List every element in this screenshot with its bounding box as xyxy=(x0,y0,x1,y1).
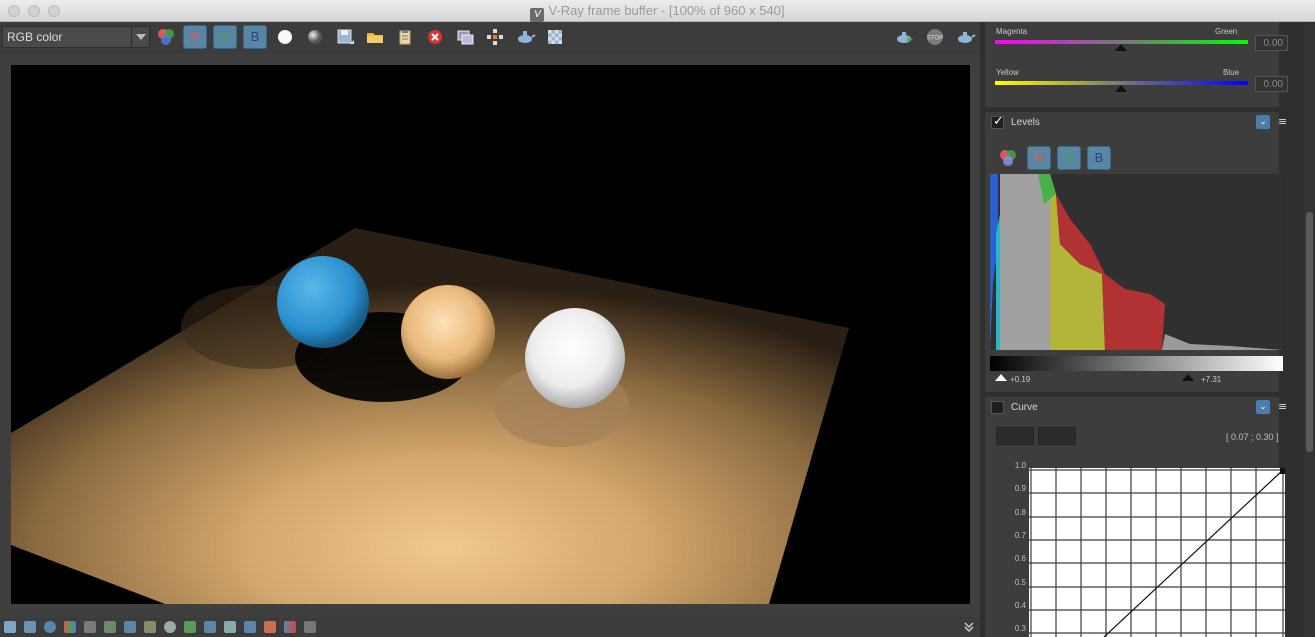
curve-y-label: 0.9 xyxy=(1014,484,1026,493)
gray-display-icon[interactable] xyxy=(303,25,327,49)
panel-scrollbar[interactable] xyxy=(1304,22,1315,637)
curve-y-label: 0.3 xyxy=(1014,624,1026,633)
blue-label: Blue xyxy=(1223,68,1240,77)
hsl-icon[interactable] xyxy=(84,621,96,633)
yellow-blue-value[interactable]: 0.00 xyxy=(1255,76,1288,92)
magenta-green-value[interactable]: 0.00 xyxy=(1255,35,1288,51)
stop-icon[interactable]: STOP xyxy=(923,25,947,49)
levels-low-value: +0.19 xyxy=(1010,375,1031,384)
background-image-icon[interactable] xyxy=(184,621,196,633)
main-toolbar: RGB color R G B STOP xyxy=(0,22,980,54)
rendered-scene xyxy=(11,228,849,604)
curve-coordinate-readout: [ 0.07 ; 0.30 ] xyxy=(1226,432,1279,442)
curve-save-button[interactable] xyxy=(1038,427,1076,445)
curve-icon[interactable] xyxy=(124,621,136,633)
clipboard-icon[interactable] xyxy=(393,25,417,49)
collapse-icon[interactable]: ⌄ xyxy=(1256,400,1270,414)
green-channel-button[interactable]: G xyxy=(213,25,237,49)
levels-red-button[interactable]: R xyxy=(1027,146,1051,170)
track-mouse-icon[interactable] xyxy=(483,25,507,49)
pixel-info-icon[interactable] xyxy=(304,621,316,633)
curve-graph[interactable] xyxy=(1029,468,1285,637)
levels-white-handle[interactable] xyxy=(1182,374,1194,381)
levels-black-handle[interactable] xyxy=(995,374,1007,381)
green-label: Green xyxy=(1215,27,1238,36)
levels-histogram[interactable] xyxy=(990,174,1283,350)
white-balance-icon[interactable] xyxy=(224,621,236,633)
levels-icon[interactable] xyxy=(104,621,116,633)
render-image[interactable] xyxy=(11,65,970,604)
magenta-green-handle[interactable] xyxy=(1115,44,1127,51)
levels-high-value: +7.31 xyxy=(1201,375,1222,384)
curve-enable-checkbox[interactable] xyxy=(991,401,1004,414)
window-title: V-Ray frame buffer - [100% of 960 x 540] xyxy=(548,3,785,18)
render-interactive-icon[interactable] xyxy=(953,25,977,49)
curve-y-label: 0.8 xyxy=(1014,508,1026,517)
histogram-graph xyxy=(990,174,1283,350)
title-bar: V V-Ray frame buffer - [100% of 960 x 540… xyxy=(0,0,1315,22)
render-teapot-icon[interactable] xyxy=(893,25,917,49)
save-icon[interactable] xyxy=(333,25,357,49)
curve-y-label: 0.5 xyxy=(1014,578,1026,587)
checker-icon[interactable] xyxy=(543,25,567,49)
correction-panel: Magenta Green 0.00 Yellow Blue 0.00 Leve… xyxy=(980,22,1304,637)
scrollbar-thumb[interactable] xyxy=(1306,212,1313,452)
chevron-down-icon[interactable] xyxy=(131,27,149,47)
hue-icon[interactable] xyxy=(244,621,256,633)
levels-enable-checkbox[interactable] xyxy=(991,114,1004,129)
levels-blue-button[interactable]: B xyxy=(1087,146,1111,170)
window-title-container: V V-Ray frame buffer - [100% of 960 x 540… xyxy=(0,3,1315,22)
channel-dropdown-value: RGB color xyxy=(7,30,63,44)
ab-compare-icon[interactable] xyxy=(284,621,296,633)
settings-icon[interactable] xyxy=(164,621,176,633)
expand-panel-icon[interactable] xyxy=(963,621,975,633)
curve-y-label: 0.7 xyxy=(1014,531,1026,540)
menu-icon[interactable]: ≡ xyxy=(1278,400,1288,414)
red-channel-button[interactable]: R xyxy=(183,25,207,49)
levels-rgb-icon[interactable] xyxy=(996,146,1020,170)
channel-dropdown[interactable]: RGB color xyxy=(2,26,150,48)
blue-channel-button[interactable]: B xyxy=(243,25,267,49)
curve-header: Curve ⌄ ≡ xyxy=(985,397,1287,419)
menu-icon[interactable]: ≡ xyxy=(1278,115,1288,129)
collapse-icon[interactable]: ⌄ xyxy=(1256,115,1270,129)
clear-icon[interactable] xyxy=(423,25,447,49)
exposure-icon[interactable] xyxy=(204,621,216,633)
render-region-icon[interactable] xyxy=(513,25,537,49)
info-icon[interactable] xyxy=(44,621,56,633)
levels-green-button[interactable]: G xyxy=(1057,146,1081,170)
vray-logo-icon: V xyxy=(530,8,545,22)
white-display-icon[interactable] xyxy=(273,25,297,49)
levels-header: Levels ⌄ ≡ xyxy=(985,112,1287,134)
curve-y-label: 0.6 xyxy=(1014,554,1026,563)
curve-control-point[interactable] xyxy=(1280,468,1285,474)
curve-y-label: 0.4 xyxy=(1014,601,1026,610)
compare-icon[interactable] xyxy=(264,621,276,633)
history-icon[interactable] xyxy=(24,621,36,633)
color-balance-section: Magenta Green 0.00 Yellow Blue 0.00 xyxy=(985,22,1288,107)
levels-input-bar[interactable] xyxy=(990,356,1283,371)
color-mode-icon[interactable] xyxy=(154,25,178,49)
levels-title: Levels xyxy=(1011,117,1040,128)
layers-icon[interactable] xyxy=(4,621,16,633)
curve-title: Curve xyxy=(1011,402,1038,413)
yellow-label: Yellow xyxy=(996,68,1019,77)
yellow-blue-handle[interactable] xyxy=(1115,85,1127,92)
stop-label: STOP xyxy=(927,36,943,42)
bottom-toolbar xyxy=(0,617,980,637)
lut-icon[interactable] xyxy=(144,621,156,633)
color-corrections-icon[interactable] xyxy=(64,621,76,633)
duplicate-icon[interactable] xyxy=(453,25,477,49)
open-folder-icon[interactable] xyxy=(363,25,387,49)
vfb-window: V V-Ray frame buffer - [100% of 960 x 540… xyxy=(0,0,1315,637)
curve-y-label: 1.0 xyxy=(1014,461,1026,470)
curve-load-button[interactable] xyxy=(996,427,1034,445)
magenta-label: Magenta xyxy=(996,27,1028,36)
